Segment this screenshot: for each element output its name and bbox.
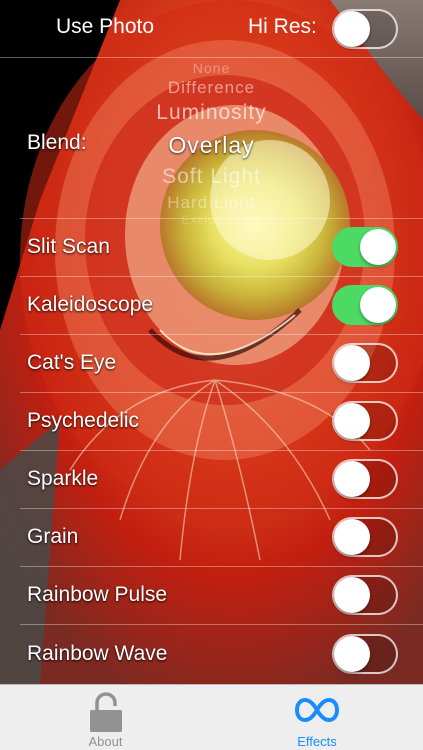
effect-row-kaleidoscope: Kaleidoscope — [20, 277, 423, 335]
effect-label: Slit Scan — [27, 235, 110, 258]
tab-about-label: About — [88, 734, 123, 749]
infinity-icon — [295, 697, 339, 723]
effects-screen: Use Photo Hi Res: Blend: None Difference… — [0, 0, 423, 750]
tab-bar: About Effects — [0, 684, 423, 750]
effect-row-rainbow-wave: Rainbow Wave — [20, 625, 423, 683]
toggle-knob — [334, 461, 370, 497]
blend-mode-picker[interactable]: None Difference Luminosity Overlay Soft … — [0, 58, 423, 227]
hi-res-toggle[interactable] — [332, 9, 398, 49]
cats-eye-toggle[interactable] — [332, 343, 398, 383]
effect-label: Cat's Eye — [27, 351, 117, 374]
grain-toggle[interactable] — [332, 517, 398, 557]
rainbow-pulse-toggle[interactable] — [332, 575, 398, 615]
slit-scan-toggle[interactable] — [332, 227, 398, 267]
rainbow-wave-toggle[interactable] — [332, 634, 398, 674]
effect-label: Rainbow Wave — [27, 642, 168, 665]
blend-option-luminosity[interactable]: Luminosity — [0, 101, 423, 125]
toggle-knob — [334, 519, 370, 555]
effect-label: Rainbow Pulse — [27, 583, 168, 606]
toggle-knob — [360, 229, 396, 265]
effect-label: Grain — [27, 525, 79, 548]
sparkle-toggle[interactable] — [332, 459, 398, 499]
effect-row-grain: Grain — [20, 509, 423, 567]
toggle-knob — [360, 287, 396, 323]
lock-icon — [90, 692, 122, 732]
blend-option-soft-light[interactable]: Soft Light — [0, 165, 423, 189]
effect-row-psychedelic: Psychedelic — [20, 393, 423, 451]
effect-row-cats-eye: Cat's Eye — [20, 335, 423, 393]
blend-option-difference[interactable]: Difference — [0, 78, 423, 98]
effect-row-sparkle: Sparkle — [20, 451, 423, 509]
toggle-knob — [334, 403, 370, 439]
tab-about[interactable]: About — [0, 685, 211, 750]
effect-row-rainbow-pulse: Rainbow Pulse — [20, 567, 423, 625]
tab-effects-label: Effects — [297, 734, 337, 749]
toggle-knob — [334, 577, 370, 613]
tab-effects[interactable]: Effects — [211, 685, 423, 750]
blend-option-none[interactable]: None — [0, 60, 423, 76]
blend-option-hard-light[interactable]: Hard Light — [0, 193, 423, 213]
use-photo-button[interactable]: Use Photo — [56, 15, 154, 39]
kaleidoscope-toggle[interactable] — [332, 285, 398, 325]
effect-label: Psychedelic — [27, 409, 140, 432]
hi-res-label: Hi Res: — [248, 15, 317, 38]
effect-label: Kaleidoscope — [27, 293, 154, 316]
effect-row-slit-scan: Slit Scan — [20, 219, 423, 277]
effect-label: Sparkle — [27, 467, 99, 490]
toggle-knob — [334, 11, 370, 47]
toggle-knob — [334, 345, 370, 381]
toggle-knob — [334, 636, 370, 672]
psychedelic-toggle[interactable] — [332, 401, 398, 441]
top-controls-row: Use Photo Hi Res: — [0, 0, 423, 58]
blend-option-overlay[interactable]: Overlay — [0, 132, 423, 159]
